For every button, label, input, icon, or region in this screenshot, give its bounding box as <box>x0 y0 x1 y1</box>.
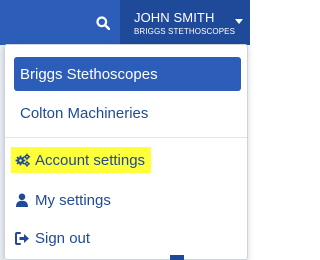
sign-out-link[interactable]: Sign out <box>11 225 90 251</box>
org-item-colton-machineries[interactable]: Colton Machineries <box>14 96 241 130</box>
top-navbar: JOHN SMITH BRIGGS STETHOSCOPES <box>0 0 250 45</box>
my-settings-link[interactable]: My settings <box>11 187 111 213</box>
account-settings-label: Account settings <box>35 151 146 169</box>
gears-icon <box>11 153 33 167</box>
caret-down-icon <box>235 19 243 24</box>
org-item-label: Colton Machineries <box>20 104 149 122</box>
user-dropdown-menu: Briggs Stethoscopes Colton Machineries A… <box>4 44 248 260</box>
user-icon <box>11 193 33 207</box>
background-element <box>170 255 184 260</box>
account-settings-link[interactable]: Account settings <box>11 147 152 173</box>
user-menu-button[interactable]: JOHN SMITH BRIGGS STETHOSCOPES <box>120 0 250 45</box>
menu-divider <box>5 137 247 138</box>
sign-out-label: Sign out <box>35 229 91 247</box>
org-item-briggs-stethoscopes[interactable]: Briggs Stethoscopes <box>14 57 241 91</box>
user-name: JOHN SMITH <box>134 10 215 25</box>
user-company: BRIGGS STETHOSCOPES <box>134 27 236 36</box>
my-settings-label: My settings <box>35 191 111 209</box>
sign-out-icon <box>11 231 33 245</box>
search-button[interactable] <box>86 0 120 45</box>
search-icon <box>96 15 110 30</box>
org-item-label: Briggs Stethoscopes <box>20 65 158 83</box>
